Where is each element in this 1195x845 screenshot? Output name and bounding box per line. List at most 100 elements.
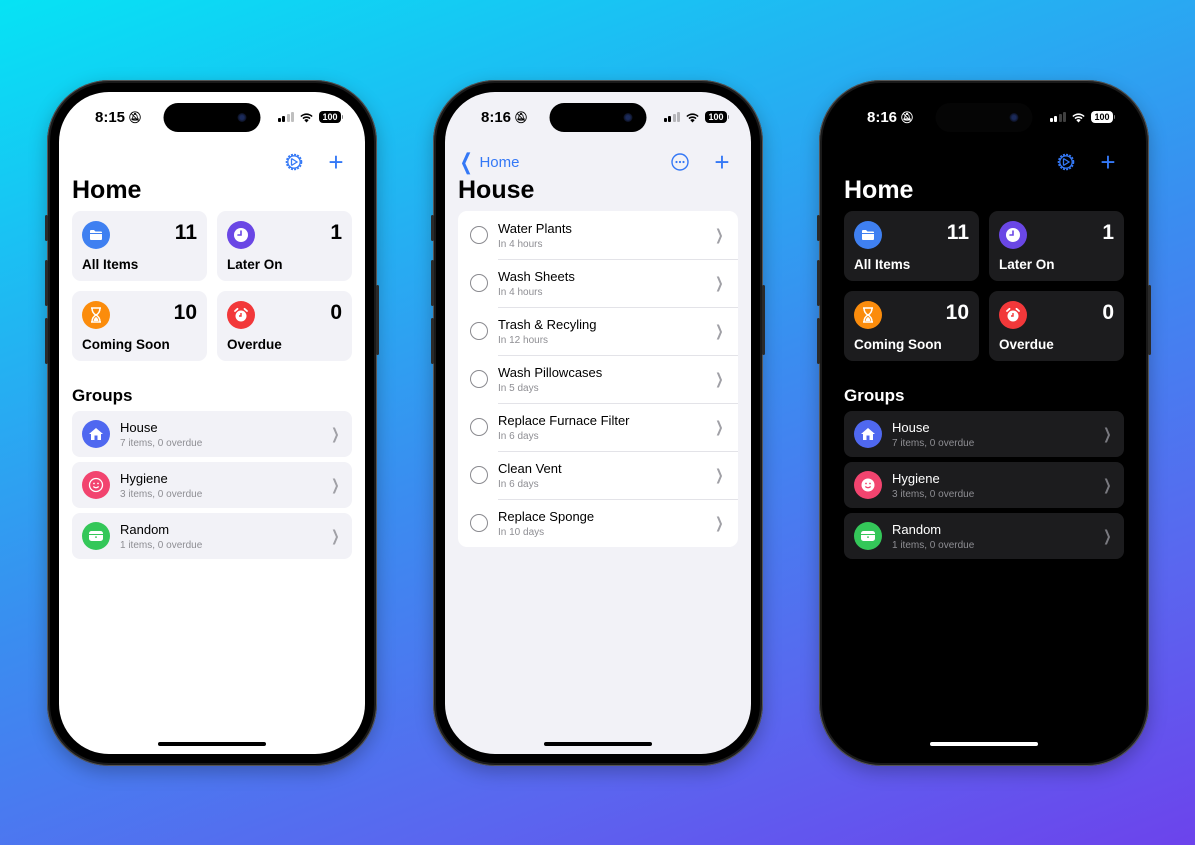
stat-card-later-on[interactable]: 1 Later On: [989, 211, 1124, 281]
phone-dark-home: 8:16 🔕︎ 100 + Home 11 All Items 1 Later …: [817, 80, 1151, 766]
home-indicator[interactable]: [158, 742, 266, 746]
chevron-right-icon: ❯: [715, 227, 724, 244]
group-subtitle: 1 items, 0 overdue: [120, 539, 203, 551]
task-row[interactable]: Wash Sheets In 4 hours ❯: [458, 259, 738, 307]
cellular-signal-icon: [1049, 112, 1067, 122]
home-indicator[interactable]: [544, 742, 652, 746]
stat-card-all-items[interactable]: 11 All Items: [844, 211, 979, 281]
stat-label: Later On: [999, 257, 1055, 272]
group-row-hygiene[interactable]: Hygiene 3 items, 0 overdue ❯: [72, 462, 352, 508]
stat-card-coming-soon[interactable]: 10 Coming Soon: [72, 291, 207, 361]
power-button: [376, 285, 379, 355]
group-name: House: [892, 419, 930, 435]
battery-level: 100: [705, 111, 727, 123]
group-row-house[interactable]: House 7 items, 0 overdue ❯: [844, 411, 1124, 457]
home-indicator[interactable]: [930, 742, 1038, 746]
groups-list: House 7 items, 0 overdue ❯ Hygiene 3 ite…: [844, 411, 1124, 559]
task-row[interactable]: Trash & Recyling In 12 hours ❯: [458, 307, 738, 355]
task-due: In 12 hours: [498, 334, 549, 346]
stats-grid: 11 All Items 1 Later On 10 Coming Soon 0…: [72, 211, 352, 361]
smiley-icon: [82, 471, 110, 499]
gear-icon: [285, 153, 303, 171]
wifi-icon: [1072, 112, 1086, 123]
stat-card-overdue[interactable]: 0 Overdue: [989, 291, 1124, 361]
screen: 8:16 🔕︎ 100 + Home 11 All Items 1 Later …: [831, 92, 1137, 754]
settings-button[interactable]: [1051, 147, 1081, 177]
chevron-right-icon: ❯: [1103, 426, 1112, 443]
chevron-right-icon: ❯: [331, 477, 340, 494]
tray-icon: [854, 522, 882, 550]
complete-checkbox[interactable]: [470, 514, 488, 532]
task-due: In 4 hours: [498, 286, 543, 298]
stat-card-coming-soon[interactable]: 10 Coming Soon: [844, 291, 979, 361]
group-row-random[interactable]: Random 1 items, 0 overdue ❯: [72, 513, 352, 559]
chevron-right-icon: ❯: [715, 515, 724, 532]
status-time: 8:15: [95, 108, 126, 126]
settings-button[interactable]: [279, 147, 309, 177]
stat-card-later-on[interactable]: 1 Later On: [217, 211, 352, 281]
task-row[interactable]: Water Plants In 4 hours ❯: [458, 211, 738, 259]
group-subtitle: 7 items, 0 overdue: [120, 437, 203, 449]
complete-checkbox[interactable]: [470, 274, 488, 292]
stat-count: 10: [173, 301, 197, 324]
stat-count: 0: [1102, 301, 1114, 324]
hourglass-icon: [82, 301, 110, 329]
group-subtitle: 3 items, 0 overdue: [892, 488, 975, 500]
stat-card-all-items[interactable]: 11 All Items: [72, 211, 207, 281]
add-button[interactable]: +: [707, 147, 737, 177]
group-row-hygiene[interactable]: Hygiene 3 items, 0 overdue ❯: [844, 462, 1124, 508]
volume-down-button: [817, 318, 820, 364]
task-row[interactable]: Replace Sponge In 10 days ❯: [458, 499, 738, 547]
complete-checkbox[interactable]: [470, 466, 488, 484]
complete-checkbox[interactable]: [470, 370, 488, 388]
clock-icon: [227, 221, 255, 249]
group-name: House: [120, 419, 158, 435]
screen: 8:16 🔕︎ 100 ❮ Home + House Water Plants …: [445, 92, 751, 754]
groups-heading: Groups: [72, 386, 133, 405]
task-row[interactable]: Replace Furnace Filter In 6 days ❯: [458, 403, 738, 451]
group-name: Hygiene: [120, 470, 168, 486]
task-name: Replace Sponge: [498, 508, 595, 524]
task-name: Wash Pillowcases: [498, 364, 603, 380]
task-row[interactable]: Clean Vent In 6 days ❯: [458, 451, 738, 499]
stat-count: 1: [1102, 221, 1114, 244]
status-bar: 8:16 🔕︎ 100: [831, 92, 1137, 142]
group-row-random[interactable]: Random 1 items, 0 overdue ❯: [844, 513, 1124, 559]
groups-list: House 7 items, 0 overdue ❯ Hygiene 3 ite…: [72, 411, 352, 559]
group-row-house[interactable]: House 7 items, 0 overdue ❯: [72, 411, 352, 457]
stat-card-overdue[interactable]: 0 Overdue: [217, 291, 352, 361]
battery-icon: 100: [1091, 111, 1115, 123]
chevron-left-icon: ❮: [459, 149, 473, 174]
task-due: In 4 hours: [498, 238, 543, 250]
status-time: 8:16: [867, 108, 898, 126]
add-button[interactable]: +: [321, 147, 351, 177]
chevron-right-icon: ❯: [1103, 477, 1112, 494]
task-row[interactable]: Wash Pillowcases In 5 days ❯: [458, 355, 738, 403]
complete-checkbox[interactable]: [470, 322, 488, 340]
stat-label: All Items: [854, 257, 911, 272]
task-due: In 5 days: [498, 382, 539, 394]
more-button[interactable]: [665, 147, 695, 177]
back-button[interactable]: ❮ Home: [457, 149, 520, 174]
chevron-right-icon: ❯: [331, 528, 340, 545]
stat-label: All Items: [82, 257, 139, 272]
power-button: [1148, 285, 1151, 355]
chevron-right-icon: ❯: [1103, 528, 1112, 545]
complete-checkbox[interactable]: [470, 226, 488, 244]
add-button[interactable]: +: [1093, 147, 1123, 177]
tray-icon: [82, 522, 110, 550]
group-name: Random: [120, 521, 170, 537]
task-name: Clean Vent: [498, 460, 562, 476]
stat-label: Overdue: [227, 337, 282, 352]
folder-icon: [854, 221, 882, 249]
complete-checkbox[interactable]: [470, 418, 488, 436]
battery-icon: 100: [319, 111, 343, 123]
chevron-right-icon: ❯: [715, 275, 724, 292]
status-time: 8:16: [481, 108, 512, 126]
stat-label: Later On: [227, 257, 283, 272]
stat-label: Overdue: [999, 337, 1054, 352]
plus-icon: +: [1100, 147, 1116, 177]
nav-bar: +: [831, 144, 1137, 180]
nav-bar: +: [59, 144, 365, 180]
house-icon: [854, 420, 882, 448]
